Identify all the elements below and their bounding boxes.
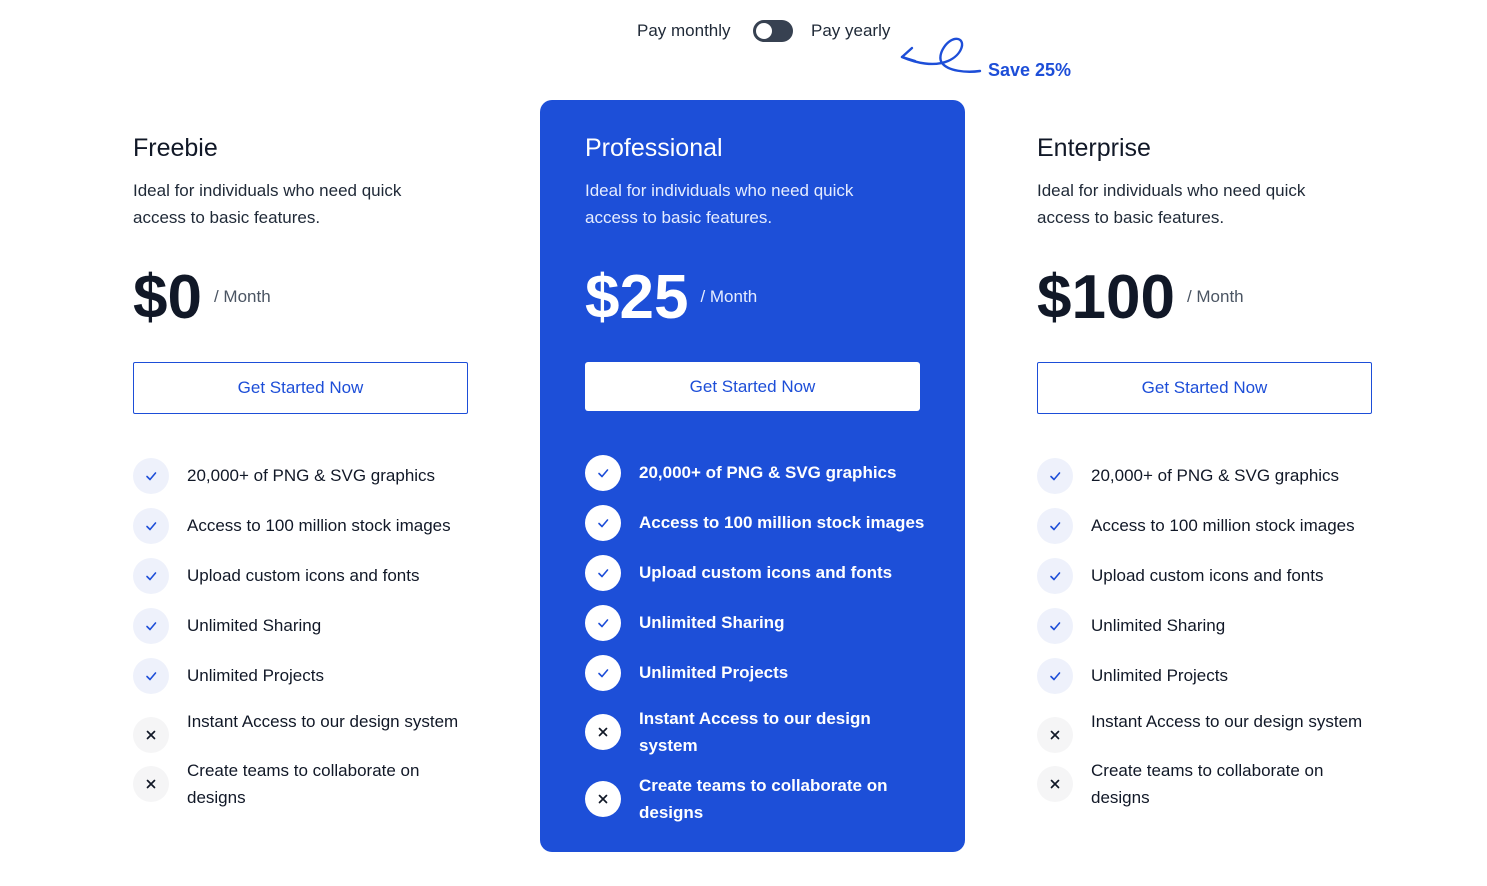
feature-label: Access to 100 million stock images: [639, 513, 925, 532]
feature-list: 20,000+ of PNG & SVG graphics Access to 1…: [1037, 458, 1382, 824]
feature-label: Upload custom icons and fonts: [1091, 566, 1324, 585]
feature-item: Unlimited Projects: [133, 658, 478, 694]
feature-item: Unlimited Projects: [585, 655, 930, 691]
feature-item: 20,000+ of PNG & SVG graphics: [585, 455, 930, 491]
plan-name: Professional: [585, 134, 723, 162]
feature-label: Instant Access to our design system: [1091, 712, 1363, 731]
feature-item: Access to 100 million stock images: [1037, 508, 1382, 544]
plan-name: Enterprise: [1037, 134, 1151, 162]
feature-label: Unlimited Projects: [1091, 666, 1228, 685]
feature-label: Unlimited Sharing: [187, 616, 322, 635]
close-icon: [585, 781, 621, 817]
check-icon: [133, 458, 169, 494]
feature-label: Upload custom icons and fonts: [187, 566, 420, 585]
plan-price: $100: [1037, 263, 1175, 332]
check-icon: [585, 455, 621, 491]
feature-item: Unlimited Sharing: [585, 605, 930, 641]
pay-yearly-label[interactable]: Pay yearly: [811, 21, 890, 41]
feature-label: 20,000+ of PNG & SVG graphics: [639, 463, 897, 482]
curved-arrow-icon: [900, 37, 982, 73]
feature-item: 20,000+ of PNG & SVG graphics: [133, 458, 478, 494]
pay-monthly-label[interactable]: Pay monthly: [637, 21, 731, 41]
feature-label: Upload custom icons and fonts: [639, 563, 893, 582]
feature-item: Access to 100 million stock images: [133, 508, 478, 544]
feature-label: Create teams to collaborate on designs: [187, 761, 420, 807]
feature-label: Unlimited Projects: [639, 663, 789, 682]
feature-item: Upload custom icons and fonts: [1037, 558, 1382, 594]
feature-label: 20,000+ of PNG & SVG graphics: [1091, 466, 1340, 485]
check-icon: [1037, 558, 1073, 594]
check-icon: [585, 555, 621, 591]
check-icon: [1037, 508, 1073, 544]
plan-period: / Month: [1186, 287, 1244, 306]
pricing-card-freebie: Freebie Ideal for individuals who need q…: [88, 100, 513, 852]
feature-item: Unlimited Projects: [1037, 658, 1382, 694]
toggle-knob: [756, 23, 772, 39]
feature-item: Create teams to collaborate on designs: [133, 757, 478, 811]
price-row: $25 / Month: [585, 263, 757, 333]
feature-item: Unlimited Sharing: [1037, 608, 1382, 644]
get-started-button[interactable]: Get Started Now: [585, 362, 920, 411]
feature-item: Create teams to collaborate on designs: [1037, 757, 1382, 811]
feature-item: Unlimited Sharing: [133, 608, 478, 644]
feature-list: 20,000+ of PNG & SVG graphics Access to 1…: [133, 458, 478, 824]
check-icon: [133, 608, 169, 644]
save-percentage-note: Save 25%: [988, 60, 1072, 80]
close-icon: [1037, 717, 1073, 753]
feature-item: Instant Access to our design system: [585, 705, 930, 759]
feature-label: Instant Access to our design system: [187, 712, 459, 731]
pricing-card-professional: Professional Ideal for individuals who n…: [540, 100, 965, 852]
check-icon: [1037, 658, 1073, 694]
plan-description: Ideal for individuals who need quick acc…: [585, 181, 854, 227]
close-icon: [133, 717, 169, 753]
check-icon: [1037, 608, 1073, 644]
feature-label: Unlimited Sharing: [1091, 616, 1226, 635]
plan-period: / Month: [213, 287, 271, 306]
feature-label: 20,000+ of PNG & SVG graphics: [187, 466, 436, 485]
feature-label: Access to 100 million stock images: [187, 516, 451, 535]
check-icon: [585, 505, 621, 541]
feature-label: Access to 100 million stock images: [1091, 516, 1355, 535]
feature-item: Instant Access to our design system: [1037, 708, 1382, 753]
feature-label: Create teams to collaborate on designs: [639, 776, 888, 822]
feature-label: Create teams to collaborate on designs: [1091, 761, 1324, 807]
billing-toggle-row: Pay monthly Pay yearly: [0, 17, 1487, 47]
plan-name: Freebie: [133, 134, 218, 162]
billing-toggle-switch[interactable]: [753, 20, 793, 42]
feature-item: Create teams to collaborate on designs: [585, 772, 930, 826]
pricing-card-enterprise: Enterprise Ideal for individuals who nee…: [992, 100, 1417, 852]
feature-label: Instant Access to our design system: [639, 709, 871, 755]
feature-label: Unlimited Projects: [187, 666, 324, 685]
price-row: $0 / Month: [133, 263, 271, 333]
get-started-button[interactable]: Get Started Now: [1037, 362, 1372, 414]
feature-item: Instant Access to our design system: [133, 708, 478, 753]
plan-price: $25: [585, 263, 689, 332]
check-icon: [1037, 458, 1073, 494]
feature-item: Upload custom icons and fonts: [133, 558, 478, 594]
check-icon: [585, 605, 621, 641]
plan-price: $0: [133, 263, 202, 332]
price-row: $100 / Month: [1037, 263, 1244, 333]
feature-item: Access to 100 million stock images: [585, 505, 930, 541]
feature-item: 20,000+ of PNG & SVG graphics: [1037, 458, 1382, 494]
plan-description: Ideal for individuals who need quick acc…: [1037, 181, 1306, 227]
close-icon: [585, 714, 621, 750]
feature-list: 20,000+ of PNG & SVG graphics Access to 1…: [585, 455, 930, 839]
close-icon: [1037, 766, 1073, 802]
feature-item: Upload custom icons and fonts: [585, 555, 930, 591]
get-started-button[interactable]: Get Started Now: [133, 362, 468, 414]
check-icon: [585, 655, 621, 691]
check-icon: [133, 508, 169, 544]
close-icon: [133, 766, 169, 802]
plan-description: Ideal for individuals who need quick acc…: [133, 181, 402, 227]
check-icon: [133, 558, 169, 594]
plan-period: / Month: [700, 287, 758, 306]
check-icon: [133, 658, 169, 694]
feature-label: Unlimited Sharing: [639, 613, 785, 632]
